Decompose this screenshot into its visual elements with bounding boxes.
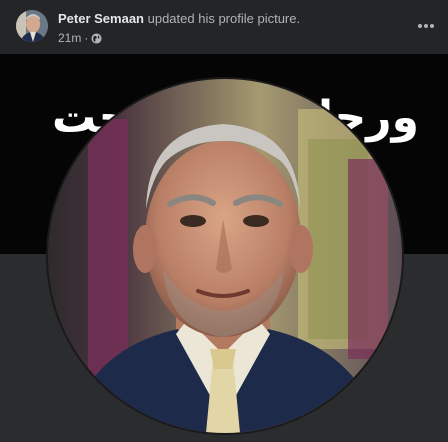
action-text: updated his profile picture. [144, 11, 301, 26]
post-header: Peter Semaan updated his profile picture… [0, 0, 448, 54]
timestamp[interactable]: 21m [58, 31, 81, 45]
more-options-button[interactable] [414, 14, 438, 38]
post-meta[interactable]: 21m · [58, 31, 102, 45]
author-name-link[interactable]: Peter Semaan [58, 11, 144, 26]
profile-picture[interactable] [48, 79, 402, 433]
meta-separator: · [84, 31, 89, 45]
author-avatar[interactable] [16, 10, 48, 42]
author-line: Peter Semaan updated his profile picture… [58, 11, 300, 27]
more-horizontal-icon [418, 24, 434, 28]
globe-icon [91, 32, 102, 44]
